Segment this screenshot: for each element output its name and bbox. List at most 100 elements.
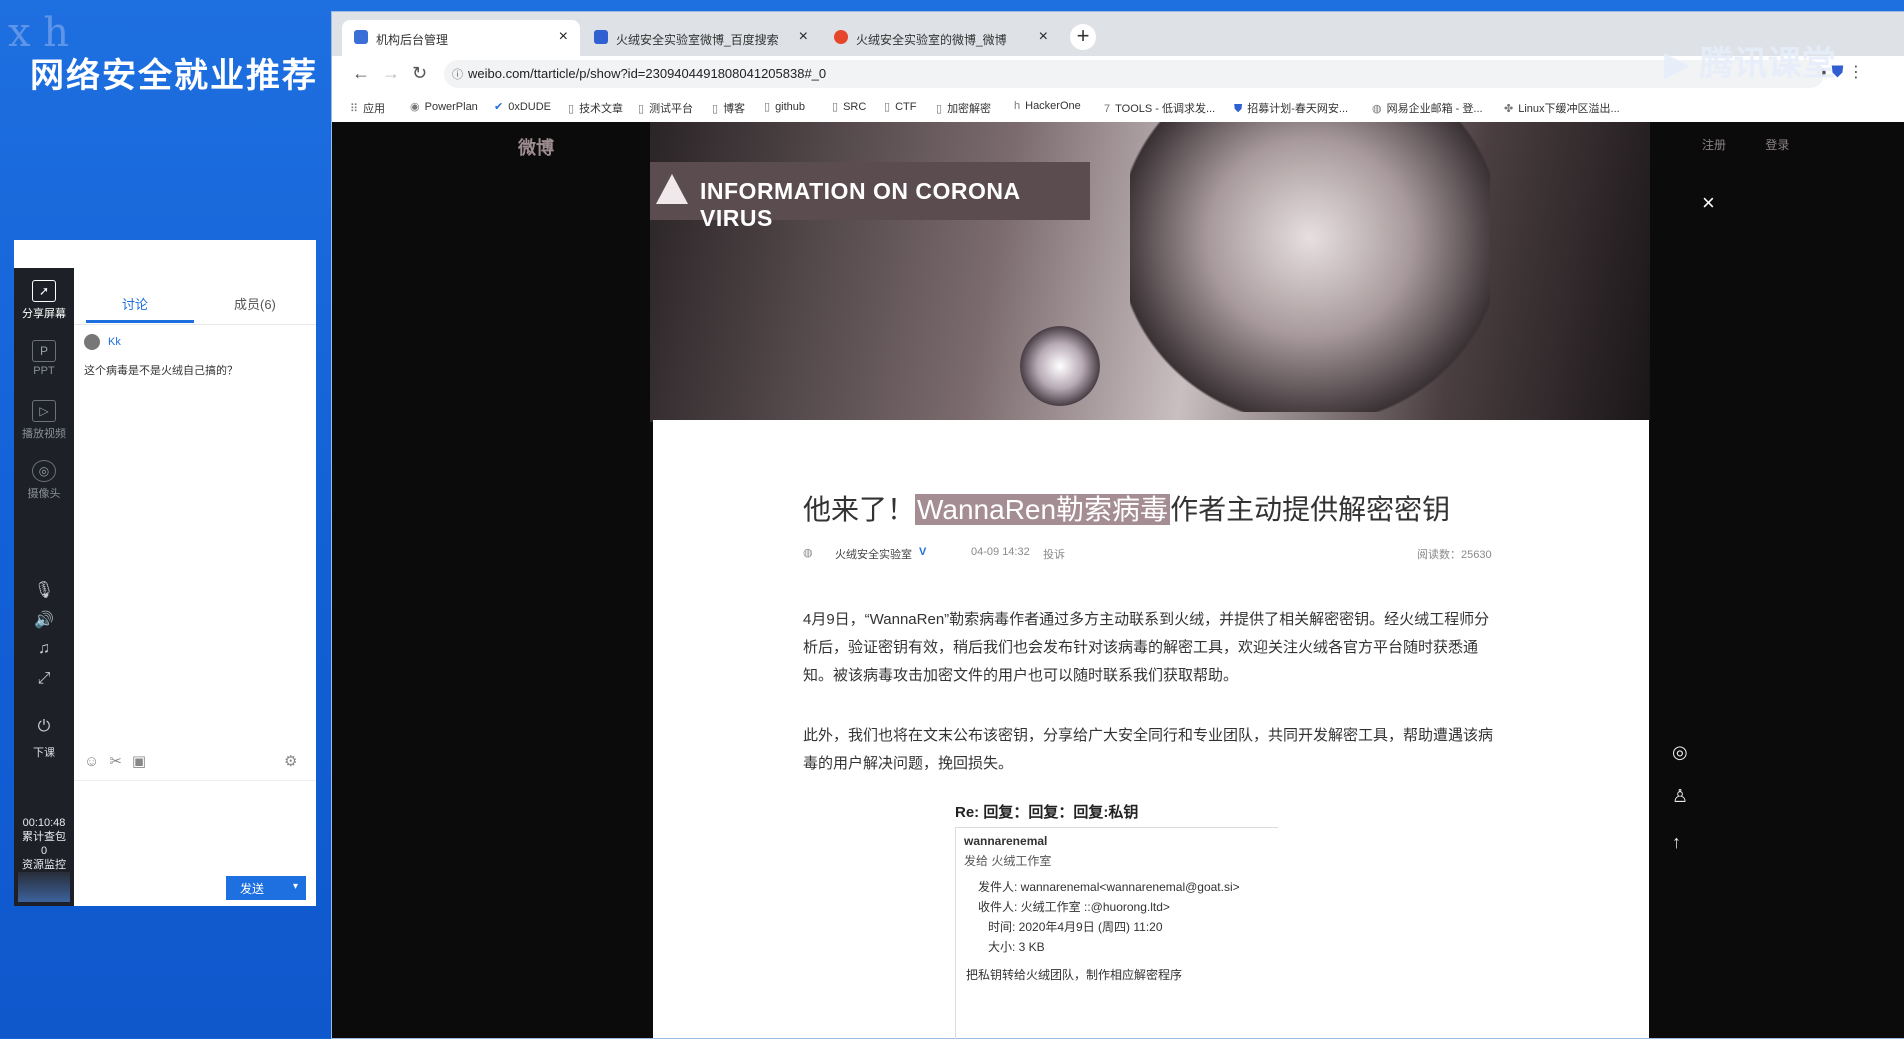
- browser-tab-1[interactable]: 机构后台管理 ×: [342, 20, 580, 56]
- address-bar[interactable]: ⓘ weibo.com/ttarticle/p/show?id=23094044…: [444, 60, 1824, 88]
- article-cover-image: INFORMATION ON CORONA VIRUS: [650, 122, 1650, 422]
- email-body: 把私钥转给火绒团队，制作相应解密程序: [966, 968, 1183, 982]
- active-tab-indicator: [86, 320, 194, 323]
- bookmark-item[interactable]: ◉ PowerPlan: [410, 100, 478, 113]
- desktop-title: 网络安全就业推荐: [30, 57, 318, 95]
- weibo-share-icon[interactable]: ◎: [1672, 742, 1688, 763]
- menu-icon[interactable]: ⋮: [1848, 64, 1864, 81]
- article-card: 他来了！WannaRen勒索病毒作者主动提供解密密钥 ◍ 火绒安全实验室 V 0…: [653, 420, 1649, 1039]
- bookmarks-bar: ⠿ 应用 ◉ PowerPlan ✔ 0xDUDE ▯ 技术文章 ▯ 测试平台 ▯ 博客 ▯…: [332, 92, 1904, 123]
- folder-icon: ▯: [712, 103, 719, 115]
- email-to: 收件人: 火绒工作室 ::@huorong.ltd>: [978, 900, 1170, 914]
- author-avatar: ◍: [803, 547, 813, 559]
- close-icon[interactable]: ×: [1039, 28, 1048, 46]
- weibo-logo[interactable]: 微博: [518, 134, 554, 160]
- tools-icon: 7: [1104, 103, 1111, 115]
- share-screen-icon: ➚: [32, 280, 56, 302]
- close-icon[interactable]: ×: [799, 28, 808, 46]
- title-highlight: WannaRen勒索病毒: [915, 494, 1171, 525]
- cover-person: [1130, 122, 1490, 412]
- cover-banner: INFORMATION ON CORONA VIRUS: [650, 162, 1090, 231]
- mail-icon: ◍: [1372, 103, 1382, 115]
- back-to-top-icon[interactable]: ↑: [1672, 832, 1681, 853]
- article-paragraph: 此外，我们也将在文末公布该密钥，分享给广大安全同行和专业团队，共同开发解密工具，…: [803, 727, 1494, 772]
- bookmark-item[interactable]: ◍ 网易企业邮箱 - 登...: [1372, 100, 1483, 116]
- register-link[interactable]: 注册: [1702, 138, 1726, 152]
- shield-icon: ⛊: [1234, 103, 1243, 115]
- author-name[interactable]: 火绒安全实验室: [835, 546, 912, 562]
- power-icon[interactable]: ⏻: [14, 718, 74, 736]
- top-links: 注册 登录: [1702, 136, 1825, 153]
- bookmark-item[interactable]: ▯ CTF: [884, 100, 916, 113]
- classroom-rail: ➚ 分享屏幕 P PPT ▷ 播放视频 ◎ 摄像头 🎙 🔊 ♫ ⤢ ⏻ 下课 0…: [14, 268, 74, 906]
- bookmark-item[interactable]: ▯ github: [764, 100, 805, 113]
- rail-camera[interactable]: ◎ 摄像头: [14, 460, 74, 501]
- tab-discuss[interactable]: 讨论: [122, 294, 148, 313]
- close-icon[interactable]: ×: [559, 28, 568, 46]
- scissors-icon[interactable]: ✂: [109, 753, 122, 770]
- report-link[interactable]: 投诉: [1043, 546, 1065, 562]
- folder-icon: ▯: [764, 101, 771, 113]
- login-link[interactable]: 登录: [1765, 138, 1789, 152]
- info-icon[interactable]: ⓘ: [452, 66, 463, 82]
- bookmark-item[interactable]: ⛊ 招募计划-春天网安...: [1234, 100, 1348, 116]
- email-size: 大小: 3 KB: [988, 940, 1045, 954]
- rail-share-screen[interactable]: ➚ 分享屏幕: [14, 280, 74, 321]
- tab-favicon: [834, 30, 848, 44]
- bookmark-item[interactable]: ▯ 博客: [712, 100, 745, 116]
- email-sent-to: 发给 火绒工作室: [964, 854, 1052, 868]
- camera-icon: ◎: [32, 460, 56, 482]
- virus-image: [1020, 326, 1100, 406]
- audio-wave: [18, 872, 70, 902]
- bookmark-item[interactable]: ▯ 测试平台: [638, 100, 693, 116]
- bookmark-apps[interactable]: ⠿ 应用: [350, 100, 385, 116]
- ppt-icon: P: [32, 340, 56, 362]
- gear-icon[interactable]: ⚙: [284, 752, 297, 770]
- browser-tab-3[interactable]: 火绒安全实验室的微博_微博 ×: [822, 20, 1060, 56]
- bookmark-item[interactable]: ✔ 0xDUDE: [494, 100, 551, 113]
- folder-icon: ▯: [638, 103, 645, 115]
- bookmark-item[interactable]: ▯ 技术文章: [568, 100, 623, 116]
- email-time: 时间: 2020年4月9日 (周四) 11:20: [988, 920, 1163, 934]
- bookmark-item[interactable]: ▯ SRC: [832, 100, 866, 113]
- expand-icon[interactable]: ⤢: [14, 670, 74, 688]
- bookmark-item[interactable]: ✤ Linux下缓冲区溢出...: [1504, 100, 1620, 116]
- folder-icon: ▯: [884, 101, 891, 113]
- email-from: 发件人: wannarenemal<wannarenemal@goat.si>: [978, 880, 1240, 894]
- tab-members[interactable]: 成员(6): [234, 294, 276, 313]
- close-icon[interactable]: ×: [1702, 190, 1715, 216]
- emoji-icon[interactable]: ☺: [84, 753, 99, 770]
- speaker-icon[interactable]: 🔊: [14, 610, 74, 630]
- rail-ppt[interactable]: P PPT: [14, 340, 74, 377]
- folder-icon: ▯: [832, 101, 839, 113]
- browser-tab-2[interactable]: 火绒安全实验室微博_百度搜索 ×: [582, 20, 820, 56]
- forward-icon[interactable]: →: [382, 63, 400, 84]
- email-screenshot: wannarenemal 发给 火绒工作室 发件人: wannarenemal<…: [955, 827, 1278, 1039]
- bird-icon: ✔: [494, 101, 504, 113]
- qq-share-icon[interactable]: ♙: [1672, 786, 1688, 807]
- bookmark-item[interactable]: ▯ 加密解密: [936, 100, 991, 116]
- warning-icon: [656, 174, 688, 204]
- chevron-down-icon[interactable]: ▾: [293, 881, 298, 892]
- new-tab-button[interactable]: +: [1070, 24, 1096, 50]
- mic-icon[interactable]: 🎙: [14, 580, 74, 600]
- rail-video[interactable]: ▷ 播放视频: [14, 400, 74, 441]
- article-title: 他来了！WannaRen勒索病毒作者主动提供解密密钥: [803, 494, 1451, 525]
- bookmark-item[interactable]: h HackerOne: [1014, 100, 1081, 112]
- chat-message: 这个病毒是不是火绒自己搞的？: [84, 365, 238, 377]
- email-sender-name: wannarenemal: [964, 834, 1048, 848]
- chat-input[interactable]: [74, 780, 316, 871]
- tencent-watermark-logo: ▶ 腾讯课堂: [1664, 45, 1836, 83]
- reload-icon[interactable]: ↻: [412, 63, 427, 84]
- avatar: [84, 334, 100, 350]
- music-icon[interactable]: ♫: [14, 640, 74, 658]
- verified-icon: V: [919, 546, 927, 558]
- class-timer: 00:10:48 累计查包 0 资源监控: [22, 817, 66, 871]
- article-paragraph: 4月9日，“WannaRen”勒索病毒作者通过多方主动联系到火绒，并提供了相关解…: [803, 611, 1490, 684]
- back-icon[interactable]: ←: [352, 63, 370, 84]
- leave-class-label[interactable]: 下课: [14, 744, 74, 760]
- bookmark-item[interactable]: 7 TOOLS - 低调求发...: [1104, 100, 1215, 116]
- send-button[interactable]: 发送 ▾: [226, 876, 306, 900]
- image-icon[interactable]: ▣: [132, 753, 146, 770]
- folder-icon: ▯: [568, 103, 575, 115]
